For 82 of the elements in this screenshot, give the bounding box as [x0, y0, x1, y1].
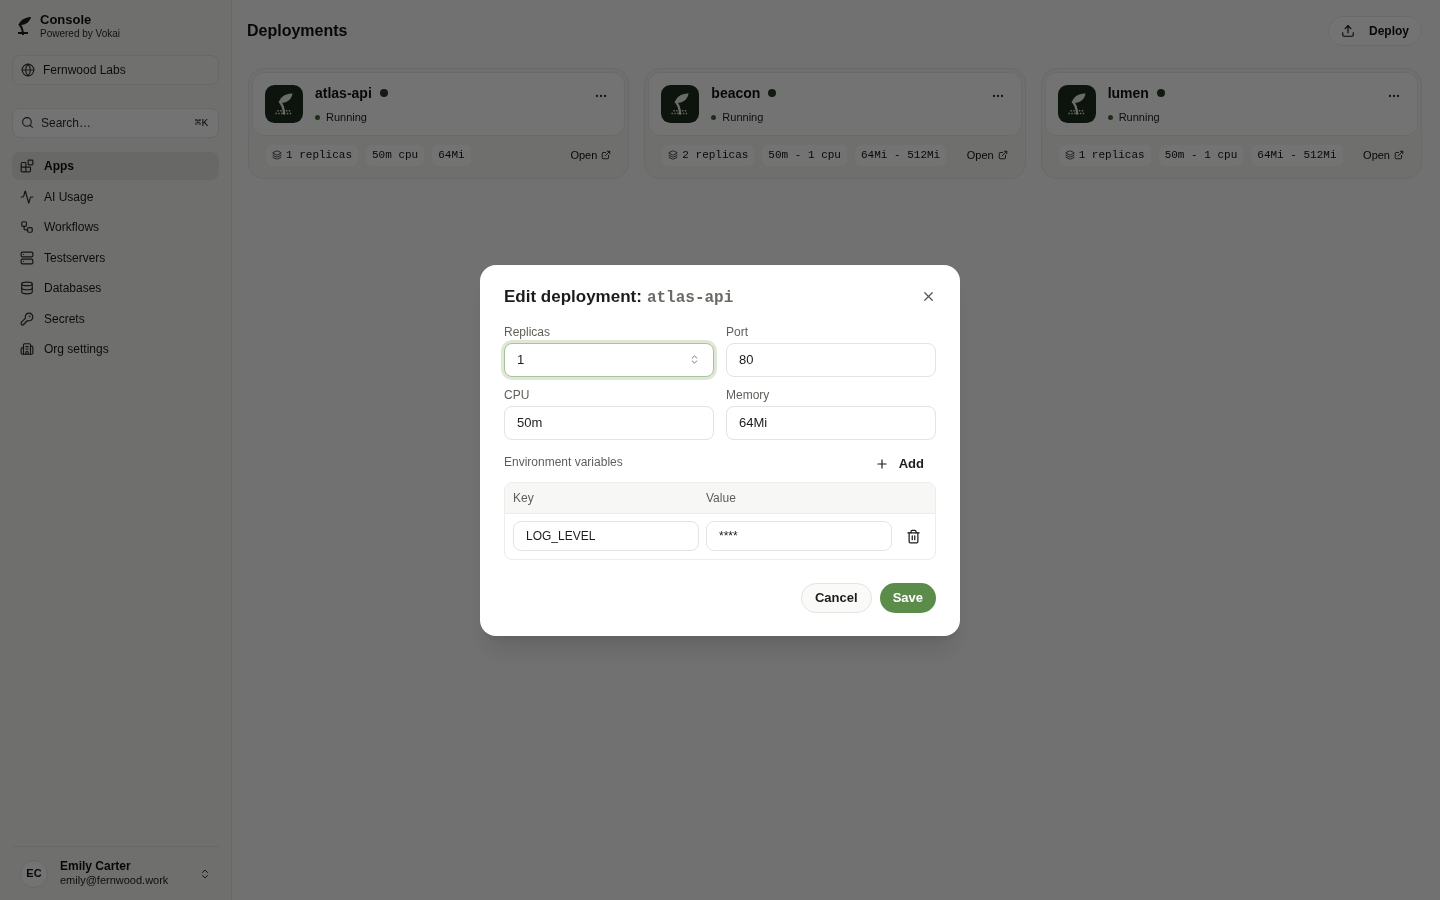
- chevrons-icon[interactable]: [199, 867, 211, 880]
- app-name[interactable]: lumen: [1107, 82, 1149, 104]
- nav-item[interactable]: Secrets: [12, 304, 219, 333]
- key-input[interactable]: LOG_LEVEL: [513, 521, 699, 551]
- external-link-icon: [997, 150, 1008, 161]
- plus-icon: [874, 456, 889, 471]
- spec-chip: 50m - 1 cpu: [1158, 145, 1244, 166]
- activity-icon: [20, 189, 34, 204]
- building-icon: [20, 342, 34, 356]
- spec-chip: 64Mi - 512Mi: [1251, 145, 1343, 166]
- workflow-icon: [20, 220, 34, 234]
- input-field[interactable]: 1: [504, 342, 714, 377]
- user-avatar: EC: [20, 859, 48, 888]
- search-icon: [21, 116, 34, 130]
- nav-item[interactable]: AI Usage: [12, 182, 219, 211]
- open-link[interactable]: Open: [570, 147, 612, 164]
- upload-icon: [1341, 24, 1355, 38]
- running-dot-icon: [711, 114, 717, 120]
- key-icon: [20, 311, 34, 326]
- field-label: Port: [726, 323, 749, 340]
- brand-title: Console: [40, 12, 93, 29]
- sprout-logo-icon: [661, 85, 700, 123]
- open-link[interactable]: Open: [1363, 147, 1404, 164]
- dialog-title: Edit deployment:: [504, 285, 642, 308]
- server-icon: [20, 250, 34, 265]
- org-switcher[interactable]: Fernwood Labs: [12, 54, 219, 85]
- spec-chip: 64Mi - 512Mi: [854, 145, 947, 166]
- status-text: Running: [722, 109, 764, 125]
- column-header: Value: [706, 489, 737, 507]
- page-title: Deployments: [247, 21, 348, 41]
- spec-text: 2 replicas: [682, 148, 749, 163]
- field-label: Replicas: [504, 323, 552, 340]
- status-dot-icon: [1156, 89, 1165, 98]
- input-field[interactable]: 50m: [504, 405, 714, 440]
- layers-icon: [668, 150, 679, 161]
- spec-text: 1 replicas: [1078, 148, 1145, 163]
- input-field[interactable]: 64Mi: [726, 405, 936, 440]
- deploy-button[interactable]: Deploy: [1328, 16, 1422, 46]
- status-text: Running: [1118, 109, 1160, 125]
- running-dot-icon: [315, 114, 320, 120]
- input-field[interactable]: 80: [726, 342, 936, 377]
- sprout-logo-icon: [16, 16, 32, 37]
- running-dot-icon: [1107, 114, 1113, 120]
- blocks-icon: [20, 159, 34, 173]
- cancel-button[interactable]: Cancel: [801, 582, 872, 613]
- open-link[interactable]: Open: [966, 147, 1008, 164]
- spec-chip: 50m - 1 cpu: [762, 145, 847, 166]
- brand-subtitle: Powered by Vokai: [40, 28, 121, 41]
- spec-chip: 64Mi: [432, 145, 471, 166]
- field-label: CPU: [504, 386, 531, 403]
- value-input[interactable]: ****: [706, 521, 892, 551]
- nav-item[interactable]: Workflows: [12, 212, 219, 242]
- status-text: Running: [326, 109, 367, 125]
- field-label: Memory: [726, 386, 771, 403]
- sprout-logo-icon: [265, 85, 303, 123]
- spec-text: 1 replicas: [286, 148, 352, 163]
- globe-icon: [21, 62, 35, 77]
- status-dot-icon: [768, 89, 777, 98]
- deployment-name: atlas-api: [646, 287, 734, 309]
- layers-icon: [272, 150, 282, 161]
- spinner-arrows-icon[interactable]: [689, 354, 700, 365]
- layers-icon: [1064, 150, 1075, 161]
- spec-chip: 50m cpu: [366, 145, 425, 166]
- sprout-logo-icon: [1057, 85, 1096, 123]
- nav-item[interactable]: Testservers: [12, 243, 219, 272]
- nav-item[interactable]: Org settings: [12, 334, 219, 364]
- external-link-icon: [1394, 150, 1404, 161]
- app-name[interactable]: atlas-api: [315, 82, 372, 104]
- trash-icon: [905, 528, 921, 544]
- external-link-icon: [601, 150, 612, 161]
- database-icon: [20, 281, 34, 295]
- nav-item[interactable]: Apps: [12, 151, 219, 181]
- close-icon: [921, 289, 936, 304]
- app-name[interactable]: beacon: [711, 82, 761, 104]
- env-label: Environment variables: [504, 453, 623, 471]
- add-button[interactable]: Add: [870, 450, 928, 477]
- nav-item[interactable]: Databases: [12, 273, 219, 303]
- user-email: emily@fernwood.work: [60, 874, 170, 888]
- column-header: Key: [513, 489, 535, 507]
- save-button[interactable]: Save: [879, 582, 936, 613]
- status-dot-icon: [379, 89, 388, 98]
- user-name: Emily Carter: [60, 859, 132, 875]
